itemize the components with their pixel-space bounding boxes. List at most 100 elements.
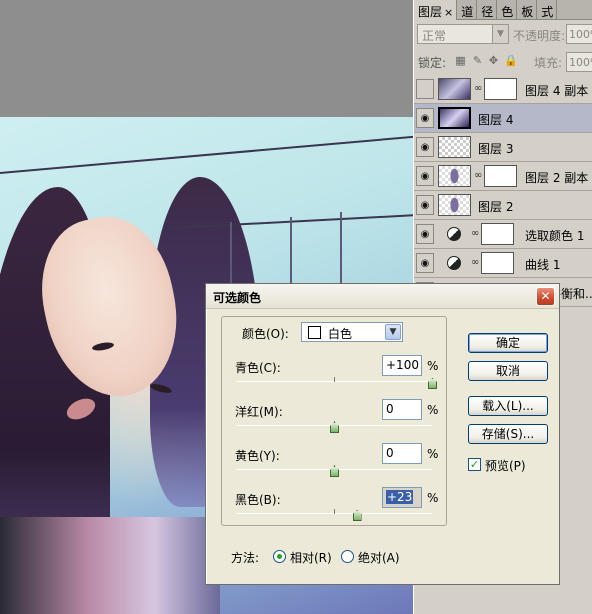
adjustment-layer-icon xyxy=(447,256,461,270)
lock-paint-icon[interactable]: ✎ xyxy=(471,54,484,67)
tab-color[interactable]: 色 xyxy=(497,0,518,20)
layer-thumbnail xyxy=(438,136,471,158)
eye-icon[interactable] xyxy=(416,224,434,244)
slider-label: 黄色(Y): xyxy=(235,449,280,463)
slider-center-tick xyxy=(334,377,335,382)
dialog-title: 可选颜色 xyxy=(213,291,262,305)
preview-checkbox[interactable]: ✓ xyxy=(468,458,481,471)
slider-label: 青色(C): xyxy=(235,361,281,375)
eye-icon[interactable] xyxy=(416,137,434,157)
slider-thumb[interactable] xyxy=(428,378,437,389)
blend-row: 正常 ▼ 不透明度: 100% xyxy=(414,23,592,47)
opacity-input[interactable]: 100% xyxy=(566,24,592,44)
layer-thumbnail xyxy=(438,165,471,187)
radio-absolute[interactable] xyxy=(341,550,354,563)
layer-thumbnail xyxy=(438,107,471,129)
mask-thumbnail xyxy=(484,78,517,100)
slider-thumb[interactable] xyxy=(330,422,339,433)
fill-label: 填充: xyxy=(534,56,563,70)
barbed-wire-1 xyxy=(0,135,413,174)
layer-row[interactable]: 图层 3 xyxy=(414,133,592,162)
yellow-input[interactable]: 0 xyxy=(382,443,422,464)
slider-label: 洋红(M): xyxy=(235,405,283,419)
layer-name: 图层 4 xyxy=(478,113,514,127)
mask-thumbnail xyxy=(481,252,514,274)
slider-yellow: 黄色(Y): 0 % xyxy=(222,443,448,491)
eye-icon[interactable] xyxy=(416,195,434,215)
photo-shirt xyxy=(0,517,220,614)
radio-absolute-label[interactable]: 绝对(A) xyxy=(358,549,400,566)
tab-layers[interactable]: 图层 × xyxy=(414,0,458,20)
layer-name: 图层 3 xyxy=(478,142,514,156)
lock-label: 锁定: xyxy=(418,56,447,70)
lock-transparency-icon[interactable]: ▦ xyxy=(454,54,467,67)
slider-thumb[interactable] xyxy=(352,510,362,521)
layer-name: 曲线 1 xyxy=(525,258,561,272)
magenta-input[interactable]: 0 xyxy=(382,399,422,420)
layer-row[interactable]: 图层 4 xyxy=(414,104,592,133)
link-icon: ∞ xyxy=(471,228,480,239)
link-icon: ∞ xyxy=(474,83,483,94)
eye-icon[interactable] xyxy=(416,108,434,128)
tab-layers-label: 图层 xyxy=(418,5,443,19)
load-button[interactable]: 载入(L)... xyxy=(468,396,548,416)
opacity-label: 不透明度: xyxy=(513,29,566,43)
layer-row[interactable]: ∞ 选取颜色 1 xyxy=(414,220,592,249)
save-button[interactable]: 存储(S)... xyxy=(468,424,548,444)
layer-thumbnail xyxy=(438,78,471,100)
slider-label: 黑色(B): xyxy=(235,493,281,507)
slider-cyan: 青色(C): +100 % xyxy=(222,355,448,403)
method-label: 方法: xyxy=(231,551,260,565)
link-icon: ∞ xyxy=(474,170,483,181)
close-icon[interactable]: ✕ xyxy=(536,287,555,306)
radio-relative[interactable] xyxy=(273,550,286,563)
tab-paths[interactable]: 径 xyxy=(477,0,498,20)
layer-row[interactable]: 图层 2 xyxy=(414,191,592,220)
fill-input[interactable]: 100% xyxy=(566,52,592,72)
radio-relative-label[interactable]: 相对(R) xyxy=(290,549,332,566)
layer-name: 图层 2 副本 xyxy=(525,171,589,185)
color-value: 白色 xyxy=(328,327,353,341)
preview-label[interactable]: 预览(P) xyxy=(485,457,526,474)
percent-label: % xyxy=(427,359,439,373)
black-input[interactable]: +23 xyxy=(382,487,422,508)
method-row: 方法: 相对(R) 绝对(A) xyxy=(231,549,471,567)
slider-thumb[interactable] xyxy=(330,466,339,477)
slider-magenta: 洋红(M): 0 % xyxy=(222,399,448,447)
adjustment-layer-icon xyxy=(447,227,461,241)
percent-label: % xyxy=(427,491,439,505)
black-input-value: +23 xyxy=(386,490,414,504)
lock-position-icon[interactable]: ✥ xyxy=(487,54,500,67)
color-label: 颜色(O): xyxy=(242,327,289,341)
eye-icon[interactable] xyxy=(416,166,434,186)
color-select[interactable]: 白色 ▼ xyxy=(301,322,403,342)
preview-row: ✓ 预览(P) xyxy=(468,457,558,473)
lock-all-icon[interactable]: 🔒 xyxy=(504,54,518,67)
cyan-input[interactable]: +100 xyxy=(382,355,422,376)
layer-list: ∞ 图层 4 副本 图层 4 图层 3 ∞ 图层 2 副本 图层 2 xyxy=(414,75,592,307)
tab-swatches[interactable]: 板 xyxy=(517,0,538,20)
visibility-toggle[interactable] xyxy=(416,79,434,99)
chevron-down-icon[interactable]: ▼ xyxy=(385,324,401,340)
blend-mode-select[interactable]: 正常 ▼ xyxy=(417,24,509,44)
tab-channels[interactable]: 道 xyxy=(457,0,478,20)
cancel-button[interactable]: 取消 xyxy=(468,361,548,381)
slider-black: 黑色(B): +23 % xyxy=(222,487,448,535)
tab-styles[interactable]: 式 xyxy=(537,0,558,20)
dialog-titlebar[interactable]: 可选颜色 ✕ xyxy=(206,284,559,309)
selective-color-dialog: 可选颜色 ✕ 颜色(O): 白色 ▼ 青色(C): +100 % 洋红(M): … xyxy=(205,283,560,585)
chevron-down-icon: ▼ xyxy=(492,25,508,43)
layer-name: 选取颜色 1 xyxy=(525,229,585,243)
layer-row[interactable]: ∞ 曲线 1 xyxy=(414,249,592,278)
eye-icon[interactable] xyxy=(416,253,434,273)
blend-mode-value: 正常 xyxy=(422,29,447,43)
layer-name: 图层 4 副本 xyxy=(525,84,589,98)
layer-name: 图层 2 xyxy=(478,200,514,214)
link-icon: ∞ xyxy=(471,257,480,268)
color-settings-group: 颜色(O): 白色 ▼ 青色(C): +100 % 洋红(M): 0 % 黄色(… xyxy=(221,316,447,526)
tab-close-icon[interactable]: × xyxy=(444,6,453,19)
ok-button[interactable]: 确定 xyxy=(468,333,548,353)
layer-row[interactable]: ∞ 图层 2 副本 xyxy=(414,162,592,191)
layer-row[interactable]: ∞ 图层 4 副本 xyxy=(414,75,592,104)
percent-label: % xyxy=(427,447,439,461)
